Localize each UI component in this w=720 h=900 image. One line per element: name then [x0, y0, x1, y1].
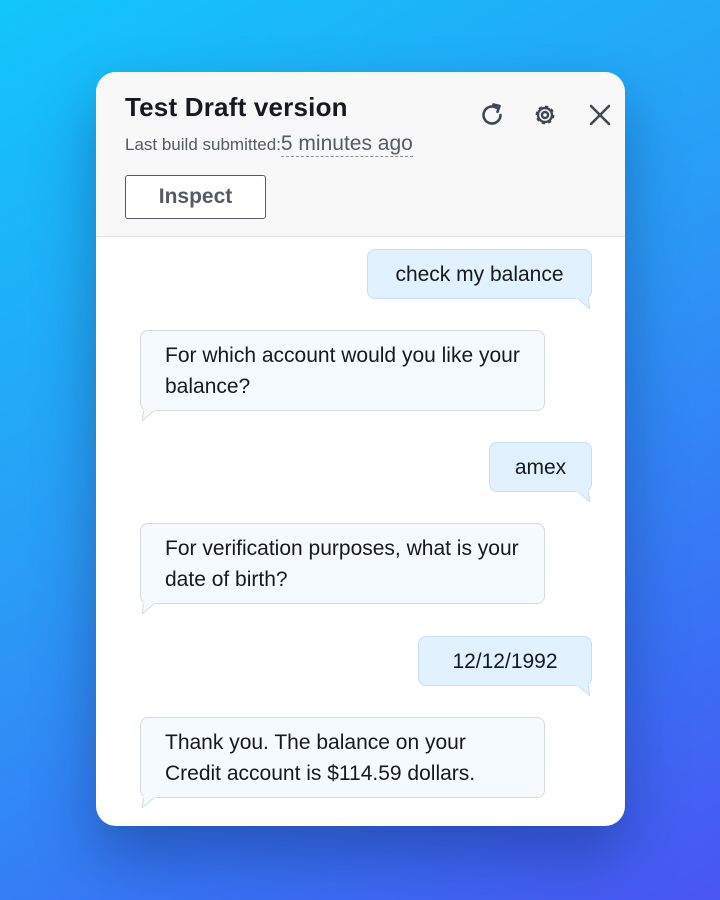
panel-title: Test Draft version	[125, 92, 348, 122]
bubble-tail	[142, 602, 156, 614]
bubble-tail	[142, 409, 156, 421]
user-message: check my balance	[367, 249, 592, 299]
test-draft-panel: Test Draft version Last build submitted:…	[96, 72, 625, 826]
panel-header: Test Draft version Last build submitted:…	[96, 72, 625, 237]
bubble-tail	[142, 796, 156, 808]
close-icon	[589, 104, 611, 126]
inspect-button[interactable]: Inspect	[125, 175, 266, 219]
refresh-button[interactable]	[475, 98, 509, 132]
bubble-tail	[576, 684, 590, 696]
gear-icon	[535, 105, 555, 125]
user-message: 12/12/1992	[418, 636, 592, 686]
refresh-icon	[482, 103, 502, 125]
bot-message: For which account would you like your ba…	[140, 330, 545, 411]
settings-button[interactable]	[528, 98, 562, 132]
bot-message: For verification purposes, what is your …	[140, 523, 545, 604]
close-button[interactable]	[583, 98, 617, 132]
bubble-tail	[576, 490, 590, 502]
last-build-label: Last build submitted:	[125, 135, 281, 154]
bot-message: Thank you. The balance on your Credit ac…	[140, 717, 545, 798]
last-build-info: Last build submitted:5 minutes ago	[125, 132, 413, 157]
bubble-tail	[576, 297, 590, 309]
user-message: amex	[489, 442, 592, 492]
last-build-time[interactable]: 5 minutes ago	[280, 132, 413, 157]
